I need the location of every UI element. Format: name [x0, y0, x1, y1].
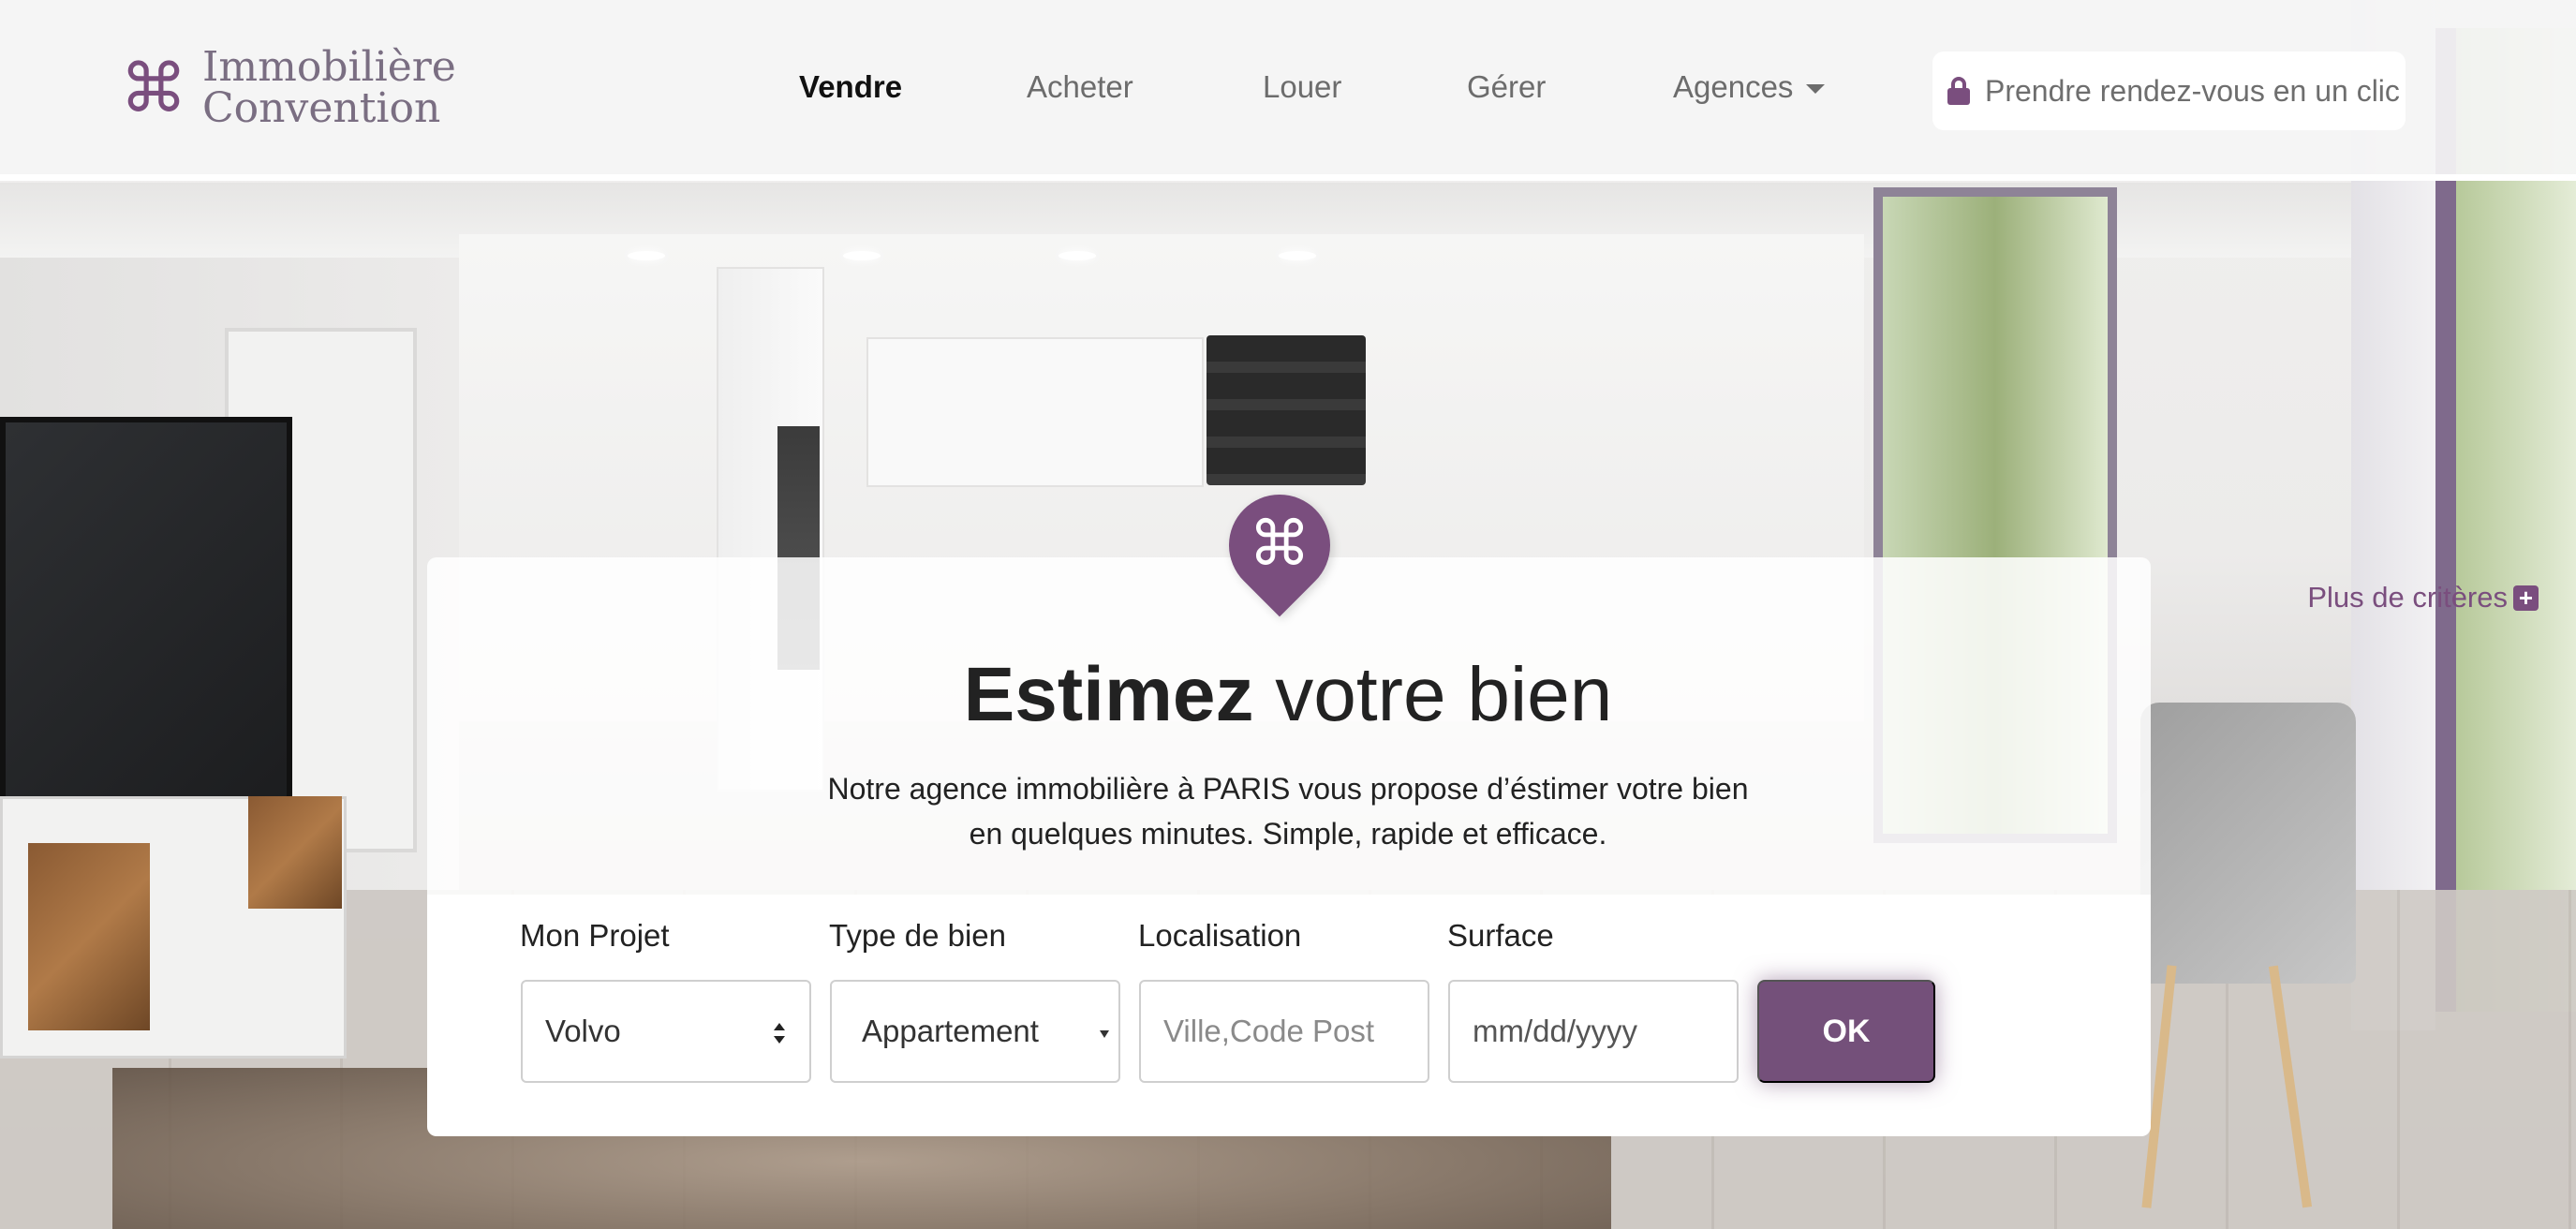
description-line-2: en quelques minutes. Simple, rapide et e… [969, 817, 1607, 851]
page-title-bold: Estimez [963, 652, 1254, 737]
property-type-select-value: Appartement [862, 1014, 1039, 1048]
ceiling-light [1059, 251, 1096, 260]
brand-name-line1: Immobilière [202, 43, 456, 91]
nav-item-vendre[interactable]: Vendre [799, 69, 902, 105]
surface-input-placeholder: mm/dd/yyyy [1473, 1014, 1638, 1048]
caret-down-icon [1806, 84, 1826, 95]
site-header: ⌘ Immobilière Convention Vendre Acheter … [0, 0, 2576, 181]
surface-label: Surface [1447, 918, 1554, 953]
ceiling-light [843, 251, 881, 260]
page-title: Estimez votre bien [0, 651, 2576, 739]
brand-logo[interactable]: ⌘ Immobilière Convention [120, 47, 456, 129]
page-title-rest: votre bien [1275, 652, 1613, 737]
ceiling-light [628, 251, 665, 260]
property-type-select[interactable]: Appartement [830, 980, 1120, 1083]
appointment-button[interactable]: Prendre rendez-vous en un clic [1932, 52, 2406, 130]
chevron-down-icon [1100, 1030, 1109, 1038]
more-criteria-label: Plus de critères [2307, 581, 2508, 614]
select-arrows-icon [774, 1023, 785, 1045]
television [0, 417, 292, 815]
nav-item-agences-label: Agences [1673, 69, 1794, 104]
page-description: Notre agence immobilière à PARIS vous pr… [0, 766, 2576, 856]
location-input-placeholder: Ville,Code Post [1163, 1014, 1375, 1048]
more-criteria-link[interactable]: Plus de critères + [2307, 581, 2539, 614]
nav-item-gerer[interactable]: Gérer [1467, 69, 1546, 105]
project-select-value: Volvo [545, 1014, 621, 1048]
lock-icon [1947, 77, 1970, 105]
map-pin-icon: ⌘ [1207, 473, 1352, 617]
kitchen-upper-cabinets [866, 337, 1204, 487]
nav-item-louer[interactable]: Louer [1263, 69, 1341, 105]
brand-name-line2: Convention [202, 84, 441, 132]
location-input[interactable]: Ville,Code Post [1139, 980, 1429, 1083]
project-select[interactable]: Volvo [521, 980, 811, 1083]
tv-stand-panel [28, 843, 150, 1030]
range-hood [1207, 335, 1366, 485]
location-label: Localisation [1138, 918, 1302, 953]
nav-item-agences[interactable]: Agences [1673, 69, 1826, 105]
property-type-label: Type de bien [829, 918, 1006, 953]
description-line-1: Notre agence immobilière à PARIS vous pr… [827, 772, 1749, 806]
plus-square-icon: + [2513, 585, 2539, 611]
appointment-button-label: Prendre rendez-vous en un clic [1985, 73, 2400, 108]
submit-button[interactable]: OK [1757, 980, 1935, 1083]
surface-input[interactable]: mm/dd/yyyy [1448, 980, 1739, 1083]
project-label: Mon Projet [520, 918, 670, 953]
command-icon: ⌘ [120, 49, 187, 127]
brand-name: Immobilière Convention [202, 47, 456, 129]
nav-item-acheter[interactable]: Acheter [1027, 69, 1133, 105]
ceiling-light [1279, 251, 1316, 260]
